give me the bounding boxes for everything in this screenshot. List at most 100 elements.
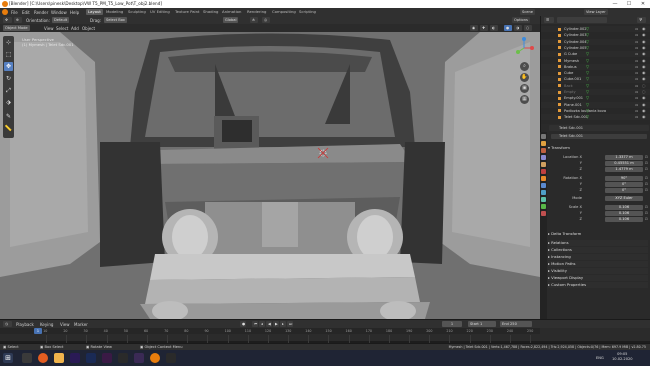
scale-x-field[interactable]: 0.106 [605,205,643,210]
vp-menu-object[interactable]: Object [82,26,95,31]
outliner[interactable]: ☰ ⧩ Cylinder.002 ▽ ▭ ◉ Cylinder.003 ▽ ▭ ◉ Cylind… [540,16,650,124]
close-button[interactable]: ✕ [636,0,650,8]
blender-menu-icon[interactable] [2,9,8,15]
location-x-field[interactable]: 1.3377 m [605,155,643,160]
closed-panel-header[interactable]: ▸ Motion Paths [548,261,648,267]
blender-taskbar-icon[interactable] [150,353,160,363]
cursor-tool-icon[interactable]: ⊹ [4,38,13,47]
selectable-icon[interactable]: ▭ [635,83,638,89]
tab-rendering[interactable]: Rendering [245,9,268,15]
tab-animation[interactable]: Animation [220,9,243,15]
tab-layout[interactable]: Layout [86,9,103,15]
tab-scripting[interactable]: Scripting [297,9,318,15]
play-reverse-icon[interactable]: ◀ [266,321,272,327]
tl-menu-playback[interactable]: Playback [16,322,34,327]
lock-icon[interactable]: ⊡ [645,161,648,166]
navigation-gizmo[interactable] [512,36,536,60]
eye-icon[interactable]: ◉ [642,51,646,57]
material-shading-icon[interactable]: ◑ [514,25,522,31]
vp-menu-view[interactable]: View [44,26,54,31]
eye-icon[interactable]: ◉ [642,95,646,101]
closed-panel-header[interactable]: ▸ Relations [548,240,648,246]
material-tab-icon[interactable] [541,211,546,216]
eye-icon[interactable]: ◉ [642,45,646,51]
3d-viewport[interactable] [0,32,540,319]
app-icon[interactable] [118,353,128,363]
eye-icon[interactable]: ◉ [642,70,646,76]
overlay-icon[interactable]: ◐ [490,25,498,31]
object-tab-icon[interactable] [541,176,546,181]
eye-icon[interactable]: ◉ [642,58,646,64]
output-tab-icon[interactable] [541,148,546,153]
menu-window[interactable]: Window [51,10,67,15]
timeline-editor-icon[interactable]: ◷ [3,321,12,327]
outliner-item[interactable]: Brabus ▽ ▭ ◉ [541,63,650,70]
outliner-item[interactable]: Cube.001 ▽ ▭ ◉ [541,76,650,83]
closed-panel-header[interactable]: ▸ Viewport Display [548,275,648,281]
zoom-icon[interactable]: ⌕ [520,62,529,71]
tab-shading[interactable]: Shading [201,9,220,15]
outliner-search-input[interactable] [557,17,607,23]
closed-panel-header[interactable]: ▸ Custom Properties [548,282,648,288]
rotation-mode-dropdown[interactable]: XYZ Euler [605,196,643,201]
pan-hand-icon[interactable]: ✋ [520,73,529,82]
maximize-button[interactable]: ☐ [622,0,636,8]
record-icon[interactable]: ● [240,321,246,327]
end-frame-field[interactable]: End 250 [500,321,532,327]
camera-view-icon[interactable]: ▣ [520,84,529,93]
scene-tab-icon[interactable] [541,162,546,167]
mode-dropdown[interactable]: Object Mode [3,25,30,31]
outliner-item[interactable]: Cylinder.005 ▽ ▭ ◉ [541,45,650,51]
selectable-icon[interactable]: ▭ [635,58,638,64]
closed-panel-header[interactable]: ▸ Instancing [548,254,648,260]
menu-file[interactable]: File [11,10,18,15]
selectable-icon[interactable]: ▭ [635,51,638,57]
menu-help[interactable]: Help [70,10,79,15]
clock[interactable]: 09:05 10.02.2020 [612,352,633,362]
closed-panel-header[interactable]: ▸ Visibility [548,268,648,274]
outliner-item[interactable]: Back ▽ ▭ ◌ [541,83,650,89]
file-explorer-icon[interactable] [54,353,64,363]
snap-icon[interactable]: ⋔ [250,17,258,23]
tab-compositing[interactable]: Compositing [270,9,298,15]
firefox-icon[interactable] [38,353,48,363]
outliner-item[interactable]: Empty.001 ▽ ▭ ◉ [541,95,650,101]
move-tool-icon[interactable]: ✥ [4,62,13,71]
premiere-icon[interactable] [70,353,80,363]
world-tab-icon[interactable] [541,169,546,174]
selectable-icon[interactable]: ▭ [635,32,638,38]
vp-menu-select[interactable]: Select [56,26,68,31]
orientation-dropdown[interactable]: Default [52,17,70,23]
prev-key-icon[interactable]: ◂ [259,321,265,327]
rotation-y-field[interactable]: 0° [605,182,643,187]
eye-icon[interactable]: ◉ [642,32,646,38]
physics-tab-icon[interactable] [541,197,546,202]
scale-y-field[interactable]: 0.106 [605,211,643,216]
delta-transform-header[interactable]: ▸ Delta Transform [548,231,648,237]
outliner-item[interactable]: Podlozka loudania kova ▽ ▭ ◉ [541,108,650,114]
particles-tab-icon[interactable] [541,190,546,195]
tab-modeling[interactable]: Modeling [104,9,125,15]
menu-render[interactable]: Render [34,10,48,15]
photoshop-icon[interactable] [86,353,96,363]
lock-icon[interactable]: ⊡ [645,176,648,181]
rotate-tool-icon[interactable]: ↻ [4,74,13,83]
tab-uv-editing[interactable]: UV Editing [148,9,172,15]
ortho-toggle-icon[interactable]: ▦ [520,95,529,104]
location-z-field[interactable]: 1.4779 m [605,167,643,172]
render-shading-icon[interactable]: ○ [524,25,532,31]
selectable-icon[interactable]: ▭ [635,102,638,108]
outliner-item[interactable]: G Cube ▽ ▭ ◉ [541,51,650,58]
playhead[interactable]: 1 [34,328,42,334]
outliner-item[interactable]: Cylinder.003 ▽ ▭ ◉ [541,32,650,38]
input-language[interactable]: ENG [596,356,604,360]
menu-edit[interactable]: Edit [22,10,30,15]
visibility-icon[interactable]: ◉ [470,25,478,31]
scale-tool-icon[interactable]: ⤢ [4,86,13,95]
gizmo-icon[interactable]: ✚ [480,25,488,31]
next-key-icon[interactable]: ▸ [280,321,286,327]
outliner-item[interactable]: Cube ▽ ▭ ◉ [541,70,650,76]
start-frame-field[interactable]: Start 1 [468,321,496,327]
selectable-icon[interactable]: ▭ [635,114,638,120]
outliner-item[interactable]: Cylinder.004 ▽ ▭ ◉ [541,38,650,45]
